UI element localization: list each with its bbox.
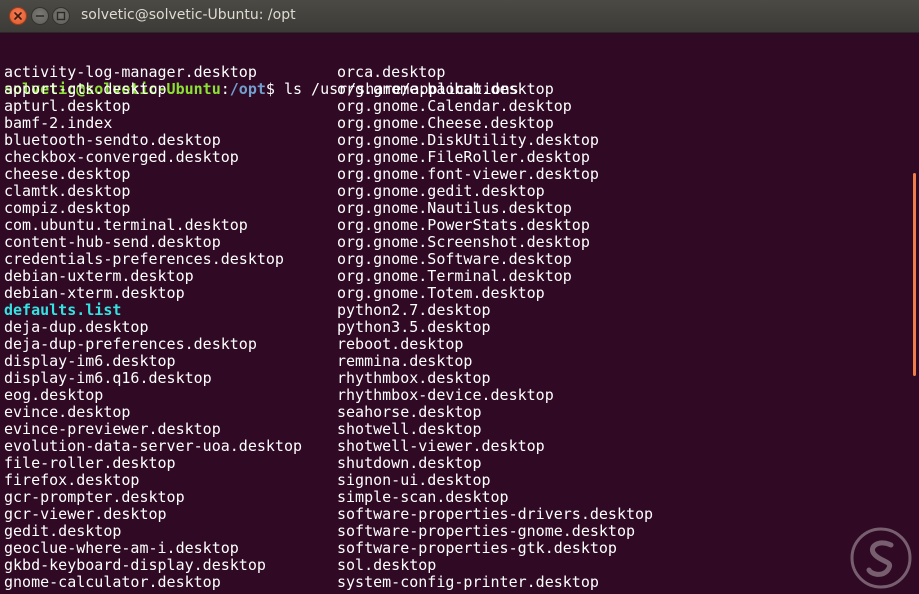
file-entry: org.gnome.baobab.desktop <box>337 80 554 98</box>
file-entry: rhythmbox.desktop <box>337 369 491 387</box>
file-entry: org.gnome.Totem.desktop <box>337 284 545 302</box>
file-entry: checkbox-converged.desktop <box>4 148 239 166</box>
window-title: solvetic@solvetic-Ubuntu: /opt <box>81 7 296 23</box>
file-entry: deja-dup-preferences.desktop <box>4 335 257 353</box>
file-entry: bamf-2.index <box>4 114 113 132</box>
file-entry: eog.desktop <box>4 386 104 404</box>
file-entry: software-properties-drivers.desktop <box>337 505 654 523</box>
listing-right-column: orca.desktop org.gnome.baobab.desktop org.… <box>337 64 909 591</box>
file-entry: reboot.desktop <box>337 335 464 353</box>
close-button[interactable] <box>9 7 27 25</box>
maximize-button[interactable] <box>52 7 70 25</box>
file-entry-highlighted: defaults.list <box>4 301 122 319</box>
file-entry: org.gnome.Cheese.desktop <box>337 114 554 132</box>
file-entry: sol.desktop <box>337 556 437 574</box>
file-entry: shotwell.desktop <box>337 420 482 438</box>
file-entry: python3.5.desktop <box>337 318 491 336</box>
terminal-window: solvetic@solvetic-Ubuntu: /opt solvetic@… <box>0 0 919 594</box>
file-entry: seahorse.desktop <box>337 403 482 421</box>
file-entry: rhythmbox-device.desktop <box>337 386 554 404</box>
file-entry: software-properties-gnome.desktop <box>337 522 636 540</box>
minimize-button[interactable] <box>31 7 49 25</box>
file-entry: geoclue-where-am-i.desktop <box>4 539 239 557</box>
file-entry: compiz.desktop <box>4 199 131 217</box>
file-entry: gnome-calculator.desktop <box>4 573 221 591</box>
close-icon <box>14 12 22 20</box>
minimize-icon <box>35 15 45 17</box>
file-entry: credentials-preferences.desktop <box>4 250 284 268</box>
file-entry: cheese.desktop <box>4 165 131 183</box>
file-entry: clamtk.desktop <box>4 182 131 200</box>
file-entry: display-im6.desktop <box>4 352 176 370</box>
file-entry: apturl.desktop <box>4 97 131 115</box>
file-entry: org.gnome.gedit.desktop <box>337 182 545 200</box>
file-entry: debian-xterm.desktop <box>4 284 185 302</box>
file-entry: gkbd-keyboard-display.desktop <box>4 556 266 574</box>
file-entry: evince-previewer.desktop <box>4 420 221 438</box>
file-entry: remmina.desktop <box>337 352 473 370</box>
file-entry: com.ubuntu.terminal.desktop <box>4 216 248 234</box>
file-entry: content-hub-send.desktop <box>4 233 221 251</box>
title-bar[interactable]: solvetic@solvetic-Ubuntu: /opt <box>0 0 919 33</box>
listing-left-column: activity-log-manager.desktop apport-gtk.d… <box>4 64 336 591</box>
file-entry: simple-scan.desktop <box>337 488 509 506</box>
file-entry: signon-ui.desktop <box>337 471 491 489</box>
file-entry: firefox.desktop <box>4 471 140 489</box>
file-entry: shutdown.desktop <box>337 454 482 472</box>
file-entry: file-roller.desktop <box>4 454 176 472</box>
file-entry: org.gnome.Nautilus.desktop <box>337 199 572 217</box>
file-entry: org.gnome.font-viewer.desktop <box>337 165 599 183</box>
file-entry: org.gnome.Software.desktop <box>337 250 572 268</box>
file-entry: python2.7.desktop <box>337 301 491 319</box>
solvetic-watermark <box>849 526 913 590</box>
file-entry: display-im6.q16.desktop <box>4 369 212 387</box>
file-entry: org.gnome.DiskUtility.desktop <box>337 131 599 149</box>
file-entry: debian-uxterm.desktop <box>4 267 194 285</box>
file-entry: org.gnome.FileRoller.desktop <box>337 148 590 166</box>
file-entry: gcr-viewer.desktop <box>4 505 167 523</box>
file-entry: evince.desktop <box>4 403 131 421</box>
file-entry: software-properties-gtk.desktop <box>337 539 617 557</box>
file-entry: bluetooth-sendto.desktop <box>4 131 221 149</box>
maximize-icon <box>56 11 66 21</box>
terminal-output[interactable]: solvetic@solvetic-Ubuntu:/opt$ ls /usr/s… <box>4 47 909 594</box>
file-entry: orca.desktop <box>337 63 446 81</box>
file-entry: system-config-printer.desktop <box>337 573 599 591</box>
scrollbar-thumb[interactable] <box>913 173 916 376</box>
file-entry: deja-dup.desktop <box>4 318 149 336</box>
file-entry: evolution-data-server-uoa.desktop <box>4 437 303 455</box>
file-entry: apport-gtk.desktop <box>4 80 167 98</box>
file-entry: shotwell-viewer.desktop <box>337 437 545 455</box>
scrollbar[interactable] <box>911 33 919 594</box>
file-entry: gedit.desktop <box>4 522 122 540</box>
file-entry: org.gnome.PowerStats.desktop <box>337 216 590 234</box>
file-entry: org.gnome.Screenshot.desktop <box>337 233 590 251</box>
file-entry: gcr-prompter.desktop <box>4 488 185 506</box>
file-entry: org.gnome.Terminal.desktop <box>337 267 572 285</box>
file-entry: org.gnome.Calendar.desktop <box>337 97 572 115</box>
file-entry: activity-log-manager.desktop <box>4 63 257 81</box>
solvetic-logo-icon <box>850 527 912 589</box>
